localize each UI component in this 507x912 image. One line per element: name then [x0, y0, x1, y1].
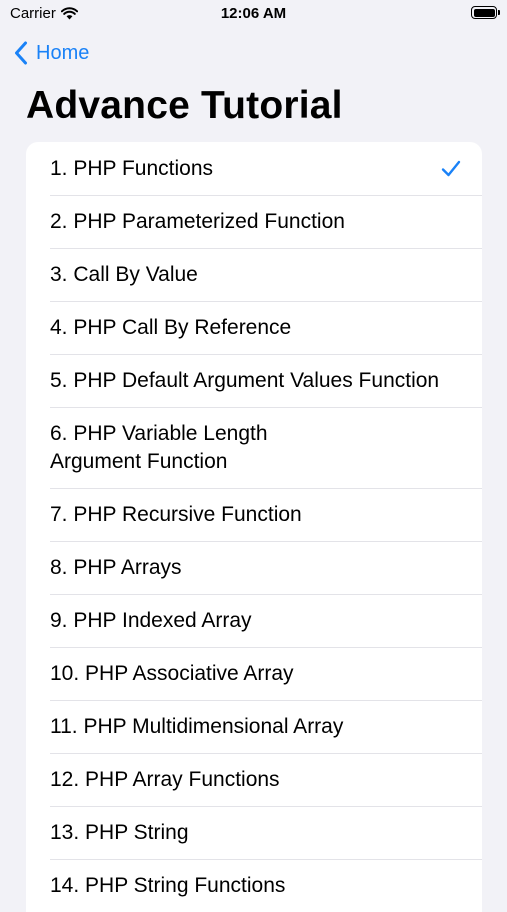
list-item-label: 7. PHP Recursive Function	[50, 502, 302, 526]
list-item[interactable]: 3. Call By Value	[26, 248, 482, 301]
list-item-label: 3. Call By Value	[50, 262, 198, 286]
list-item[interactable]: 12. PHP Array Functions	[26, 753, 482, 806]
list-item[interactable]: 10. PHP Associative Array	[26, 647, 482, 700]
list-item-label: 11. PHP Multidimensional Array	[50, 714, 344, 738]
chevron-left-icon	[15, 41, 27, 65]
list-item[interactable]: 13. PHP String	[26, 806, 482, 859]
list-item[interactable]: 11. PHP Multidimensional Array	[26, 700, 482, 753]
list-item[interactable]: 7. PHP Recursive Function	[26, 488, 482, 541]
list-item-label: 5. PHP Default Argument Values Function	[50, 368, 440, 392]
list-item[interactable]: 8. PHP Arrays	[26, 541, 482, 594]
list-item-label: 1. PHP Functions	[50, 156, 214, 180]
list-item-label: 6. PHP Variable Length Argument Function	[50, 421, 268, 473]
list-item-label: 2. PHP Parameterized Function	[50, 209, 345, 233]
list-item-label: 8. PHP Arrays	[50, 555, 182, 579]
back-button[interactable]: Home	[14, 38, 89, 68]
list-item-label: 4. PHP Call By Reference	[50, 315, 292, 339]
back-button-label: Home	[36, 41, 90, 64]
list-item[interactable]: 1. PHP Functions	[26, 142, 482, 195]
list-item[interactable]: 4. PHP Call By Reference	[26, 301, 482, 354]
list-item[interactable]: 6. PHP Variable Length Argument Function	[26, 407, 482, 488]
checkmark-icon	[441, 160, 461, 176]
list-item[interactable]: 2. PHP Parameterized Function	[26, 195, 482, 248]
list-item-label: 12. PHP Array Functions	[50, 767, 280, 791]
battery-icon	[471, 6, 500, 19]
list-item-label: 13. PHP String	[50, 820, 189, 844]
list-item[interactable]: 5. PHP Default Argument Values Function	[26, 354, 482, 407]
list-item-label: 9. PHP Indexed Array	[50, 608, 252, 632]
page-title: Advance Tutorial	[26, 84, 343, 127]
list-item-label: 14. PHP String Functions	[50, 873, 286, 897]
status-bar: Carrier 12:06 AM	[0, 0, 507, 28]
status-time: 12:06 AM	[220, 5, 287, 22]
list-item-label: 10. PHP Associative Array	[50, 661, 294, 685]
tutorial-list: 1. PHP Functions 2. PHP Parameterized Fun…	[26, 142, 482, 912]
list-item[interactable]: 14. PHP String Functions	[26, 859, 482, 912]
list-item[interactable]: 9. PHP Indexed Array	[26, 594, 482, 647]
